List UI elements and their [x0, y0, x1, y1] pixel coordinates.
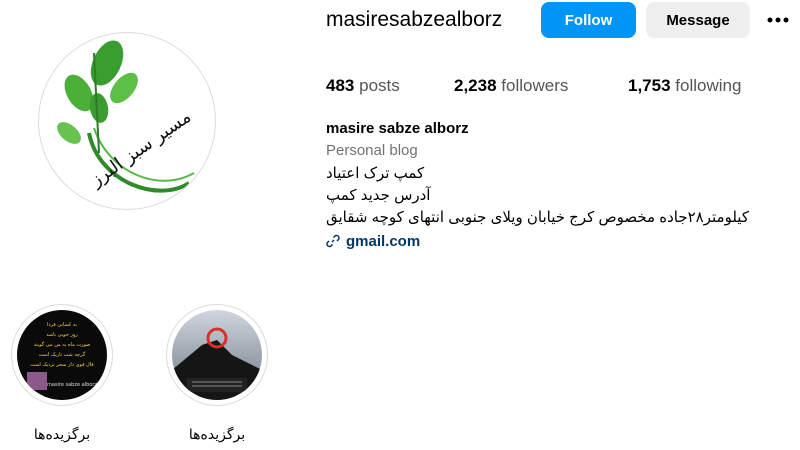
svg-text:masire sabze alborz: masire sabze alborz [47, 382, 97, 388]
posts-label: posts [359, 76, 400, 95]
bio-link-text[interactable]: gmail.com [346, 233, 420, 250]
link-icon [326, 234, 340, 248]
posts-stat: 483 posts [326, 76, 454, 96]
following-stat[interactable]: 1,753 following [628, 76, 741, 96]
highlight-ring[interactable]: به کسانی فردا روز خوبی باشد صورت ماه به … [11, 304, 113, 406]
full-name: masire sabze alborz [326, 120, 469, 137]
followers-stat[interactable]: 2,238 followers [454, 76, 628, 96]
story-highlight[interactable]: برگزیده‌ها [165, 304, 269, 443]
follow-button[interactable]: Follow [541, 2, 636, 38]
highlight-ring[interactable] [166, 304, 268, 406]
bio-link[interactable]: gmail.com [326, 230, 796, 252]
profile-avatar[interactable]: مسیر سبز البرز [38, 32, 216, 210]
bio-line-3: کیلومتر۲۸جاده مخصوص کرج خیابان ویلای جنو… [326, 209, 749, 226]
followers-count[interactable]: 2,238 [454, 76, 497, 95]
bio-line-2: آدرس جدید کمپ [326, 187, 431, 204]
profile-bio: masire sabze alborz Personal blog کمپ تر… [326, 120, 796, 252]
following-label[interactable]: following [675, 76, 741, 95]
highlight-thumbnail[interactable] [172, 310, 262, 400]
svg-text:گرچه شب تاریک است: گرچه شب تاریک است [39, 351, 86, 358]
posts-count: 483 [326, 76, 355, 95]
category-label: Personal blog [326, 142, 418, 159]
followers-label[interactable]: followers [501, 76, 568, 95]
story-highlight[interactable]: به کسانی فردا روز خوبی باشد صورت ماه به … [10, 304, 114, 443]
svg-text:روز خوبی باشد: روز خوبی باشد [46, 332, 78, 338]
highlight-label[interactable]: برگزیده‌ها [165, 426, 269, 443]
message-button[interactable]: Message [646, 2, 750, 38]
highlight-thumbnail[interactable]: به کسانی فردا روز خوبی باشد صورت ماه به … [17, 310, 107, 400]
svg-text:صورت ماه به من می گویند: صورت ماه به من می گویند [34, 341, 91, 348]
svg-text:به کسانی فردا: به کسانی فردا [47, 322, 77, 328]
highlight-label[interactable]: برگزیده‌ها [10, 426, 114, 443]
masire-sabz-logo: مسیر سبز البرز [57, 40, 195, 193]
profile-username: masiresabzealborz [326, 8, 503, 31]
svg-text:فال قوی دار سحر نزدیک است: فال قوی دار سحر نزدیک است [30, 362, 94, 368]
bio-line-1: کمپ ترک اعتیاد [326, 165, 425, 182]
profile-stats: 483 posts 2,238 followers 1,753 followin… [326, 76, 741, 96]
more-options-icon[interactable] [764, 6, 792, 34]
following-count[interactable]: 1,753 [628, 76, 671, 95]
